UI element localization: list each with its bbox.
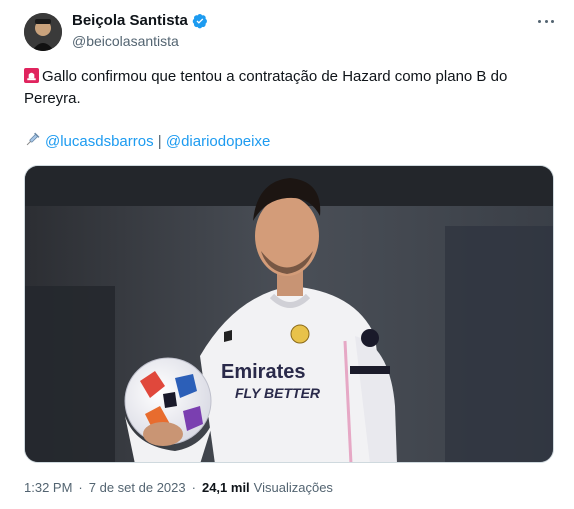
svg-text:FLY BETTER: FLY BETTER	[235, 385, 321, 401]
mention-link-diariodopeixe[interactable]: @diariodopeixe	[166, 133, 270, 150]
syringe-icon	[26, 132, 40, 146]
tweet-text: Gallo confirmou que tentou a contratação…	[24, 68, 508, 107]
credits-line: @lucasdsbarros | @diariodopeixe	[24, 131, 270, 153]
credits-separator: |	[157, 133, 162, 150]
svg-text:Emirates: Emirates	[221, 361, 306, 383]
tweet-meta: 1:32 PM · 7 de set de 2023 · 24,1 mil Vi…	[24, 480, 333, 495]
tweet-date[interactable]: 7 de set de 2023	[89, 480, 186, 495]
views-count: 24,1 mil	[201, 480, 250, 495]
mention-link-lucasdsbarros[interactable]: @lucasdsbarros	[45, 133, 154, 150]
author-name-row: Beiçola Santista	[72, 12, 208, 29]
tweet-image[interactable]: Emirates FLY BETTER	[24, 165, 554, 463]
views-label: Visualizações	[253, 480, 333, 495]
tweet-time[interactable]: 1:32 PM	[24, 480, 72, 495]
tweet: Beiçola Santista @beicolasantista Gallo …	[0, 0, 574, 509]
siren-icon	[24, 68, 39, 83]
meta-dot-2: ·	[191, 480, 196, 495]
author-name[interactable]: Beiçola Santista	[72, 12, 188, 29]
hazard-photo: Emirates FLY BETTER	[25, 166, 553, 462]
meta-dot: ·	[78, 480, 83, 495]
tweet-text-block: Gallo confirmou que tentou a contratação…	[24, 66, 554, 110]
avatar[interactable]	[24, 13, 62, 51]
verified-badge-icon	[192, 13, 207, 28]
author-handle[interactable]: @beicolasantista	[72, 33, 179, 49]
more-options-icon[interactable]	[538, 14, 554, 28]
